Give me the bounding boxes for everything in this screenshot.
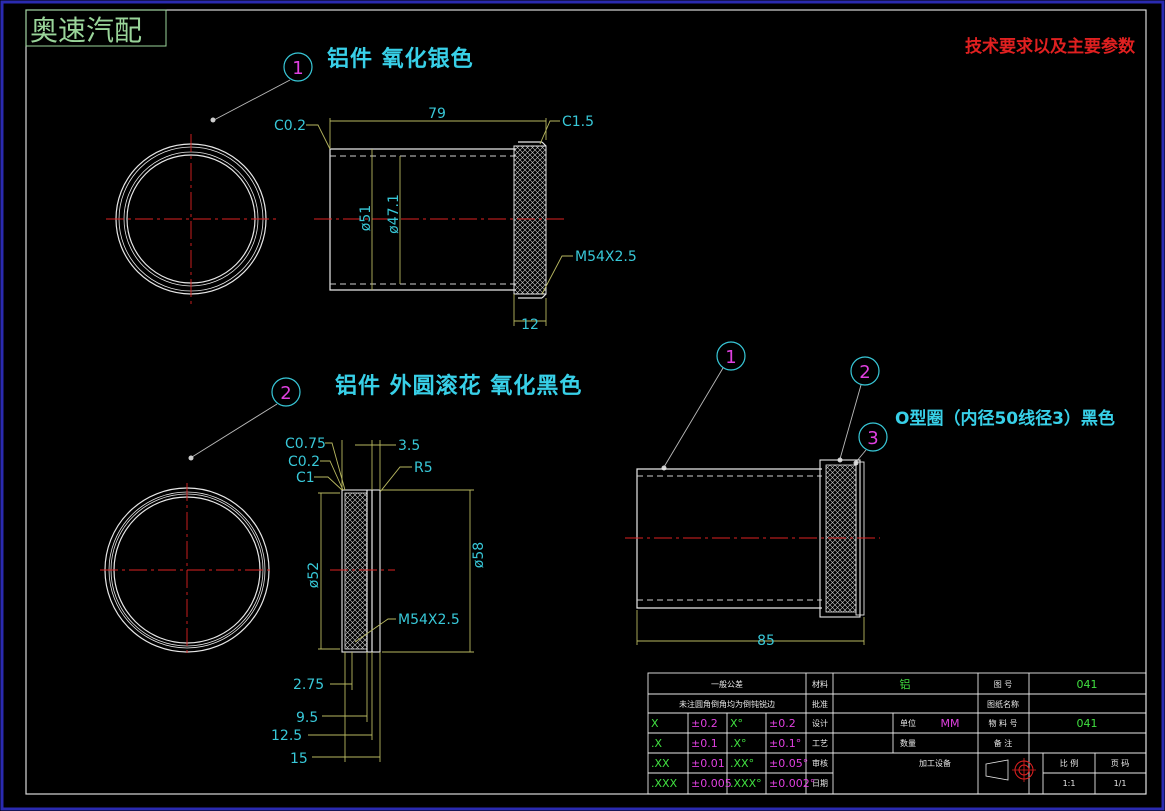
tb-drawing-no-label: 图 号 (994, 680, 1013, 689)
part2-dim-125: 12.5 (271, 728, 302, 744)
assembly-side-view (625, 459, 880, 618)
tech-requirements: 技术要求以及主要参数 (965, 36, 1136, 57)
svg-text:±0.1°: ±0.1° (769, 737, 801, 750)
svg-text:.XXX°: .XXX° (730, 777, 762, 790)
tb-page-label: 页 码 (1111, 759, 1130, 768)
tb-unit-value: MM (941, 717, 960, 730)
part2-bubble-number: 2 (280, 383, 291, 404)
tb-drawing-name-label: 图纸名称 (987, 699, 1019, 709)
tb-item-no-label: 物 料 号 (988, 718, 1017, 728)
part2-dim-id: ø52 (306, 562, 322, 588)
part1-dim-c15: C1.5 (562, 114, 594, 130)
part2-group: 2 铝件 外圆滚花 氧化黑色 3.5 C0.75 C0.2 C1 R5 ø52 … (100, 373, 582, 767)
tb-craft-label: 工艺 (812, 739, 828, 748)
tb-scale-label: 比 例 (1060, 758, 1079, 768)
tb-item-no: 041 (1077, 717, 1098, 730)
assembly-bubble-3-number: 3 (867, 428, 878, 449)
part2-dim-thread: M54X2.5 (398, 612, 460, 628)
svg-text:±0.01: ±0.01 (691, 757, 725, 770)
part1-leader-dot (210, 117, 216, 123)
tb-page: 1/1 (1114, 779, 1127, 788)
part1-dim-id: ø47.1 (386, 194, 402, 234)
svg-text:±0.1: ±0.1 (691, 737, 718, 750)
part1-dim-79: 79 (428, 106, 446, 122)
tolerance-row: .XX ±0.01 .XX° ±0.05° (651, 757, 808, 770)
part2-dim-15: 15 (290, 751, 308, 767)
tb-qty-label: 数量 (900, 738, 916, 748)
part2-side-view (330, 489, 395, 653)
svg-text:.X: .X (651, 737, 662, 750)
tb-material-value: 铝 (900, 677, 911, 691)
tb-scale: 1:1 (1063, 779, 1076, 788)
part1-group: 1 铝件 氧化银色 79 C0.2 C1.5 ø51 ø47.1 M54X2.5… (106, 46, 637, 333)
part1-bubble-leader (213, 79, 291, 121)
assembly-group: 1 2 3 O型圈（内径50线径3）黑色 85 (625, 341, 1115, 649)
assembly-bubble-2-number: 2 (859, 362, 870, 383)
svg-text:.XXX: .XXX (651, 777, 678, 790)
svg-text:.X°: .X° (730, 737, 747, 750)
tb-drawing-no: 041 (1077, 678, 1098, 691)
watermark: 奥速汽配 (30, 14, 142, 47)
part2-dim-r5: R5 (414, 460, 433, 476)
assembly-oring-label: O型圈（内径50线径3）黑色 (895, 408, 1115, 429)
tolerance-row: .XXX ±0.005 .XXX° ±0.002° (651, 777, 815, 790)
part1-end-view (106, 134, 276, 304)
part1-dim-od: ø51 (358, 205, 374, 231)
projection-symbol-icon (985, 758, 1036, 782)
svg-text:X: X (651, 717, 659, 730)
tb-review-label: 审核 (812, 758, 828, 768)
svg-text:±0.05°: ±0.05° (769, 757, 808, 770)
part2-leader-dot (188, 455, 194, 461)
tb-design-label: 设计 (812, 718, 828, 728)
tb-approver-label: 批准 (812, 699, 828, 709)
part1-dim-12: 12 (521, 317, 539, 333)
part2-dim-c1: C1 (296, 470, 315, 486)
svg-text:±0.005: ±0.005 (691, 777, 732, 790)
part1-dim-c02: C0.2 (274, 118, 306, 134)
svg-text:±0.2: ±0.2 (691, 717, 718, 730)
title-block: 一般公差 未注圆角倒角均为倒钝锐边 材料 铝 图 号 041 批准 图纸名称 设… (647, 672, 1147, 795)
part2-dim-c02: C0.2 (288, 454, 320, 470)
tb-material-label: 材料 (812, 679, 828, 689)
part2-bubble-leader (191, 403, 278, 458)
svg-text:±0.2: ±0.2 (769, 717, 796, 730)
part2-dim-95: 9.5 (296, 710, 318, 726)
svg-text:X°: X° (730, 717, 743, 730)
tb-note: 未注圆角倒角均为倒钝锐边 (679, 699, 775, 709)
tolerance-row: .X ±0.1 .X° ±0.1° (651, 737, 801, 750)
tb-general-tol: 一般公差 (711, 679, 743, 689)
tb-remark-label: 备 注 (994, 738, 1013, 748)
part1-bubble-number: 1 (292, 58, 303, 79)
part1-side-view (314, 141, 566, 299)
part1-dim-thread: M54X2.5 (575, 249, 637, 265)
part2-dim-35: 3.5 (398, 438, 420, 454)
tolerance-row: X ±0.2 X° ±0.2 (651, 717, 796, 730)
tb-unit-label: 单位 (900, 718, 916, 728)
part2-dim-275: 2.75 (293, 677, 324, 693)
svg-text:.XX°: .XX° (730, 757, 754, 770)
drawing-canvas: 奥速汽配 技术要求以及主要参数 1 铝件 氧化银色 79 C0.2 C1.5 ø… (0, 0, 1165, 811)
tb-process-label: 加工设备 (919, 758, 951, 768)
part2-end-view (100, 483, 274, 657)
svg-text:±0.002°: ±0.002° (769, 777, 815, 790)
svg-text:.XX: .XX (651, 757, 670, 770)
part2-dim-c075: C0.75 (285, 436, 326, 452)
assembly-bubble-1-number: 1 (725, 347, 736, 368)
assembly-dim-85: 85 (757, 633, 775, 649)
part2-dim-od: ø58 (471, 542, 487, 568)
part1-label: 铝件 氧化银色 (327, 46, 474, 72)
part2-label: 铝件 外圆滚花 氧化黑色 (335, 373, 582, 399)
